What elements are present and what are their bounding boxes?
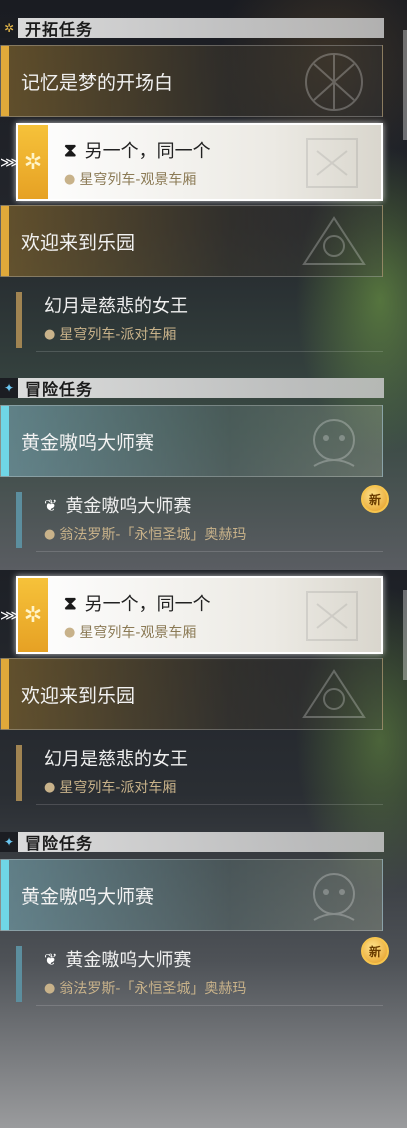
- sub-mission-gold-2[interactable]: ❦ 黄金嗷呜大师赛 ● 翁法罗斯-「永恒圣城」奥赫玛: [16, 936, 383, 1008]
- sub-mission-illusion-location: 星穹列车-派对车厢: [59, 327, 177, 343]
- quest-welcome-label: 欢迎来到乐园: [21, 684, 136, 707]
- location-pin-icon: ●: [64, 171, 76, 187]
- emblem-watermark-icon: [306, 138, 358, 188]
- adventure-section-header-2: ✦ 冒险任务: [0, 832, 384, 853]
- welcome-emblem-watermark-icon: [302, 216, 366, 265]
- sub-mission-bar: [16, 745, 22, 801]
- quest-gold-header-2[interactable]: 黄金嗷呜大师赛: [0, 859, 383, 931]
- sub-mission-bar: [16, 946, 22, 1002]
- new-badge: 新: [361, 485, 389, 513]
- location-pin-icon: ●: [44, 980, 56, 996]
- welcome-emblem-watermark-icon: [302, 669, 366, 718]
- quest-welcome-header[interactable]: 欢迎来到乐园: [0, 205, 383, 277]
- trailblaze-section-header: ✲ 开拓任务: [0, 18, 384, 39]
- selected-mission-card-2[interactable]: ✲ ⧗ 另一个，同一个 ● 星穹列车-观景车厢: [16, 576, 383, 654]
- adventure-icon: ✦: [0, 378, 18, 398]
- trailblaze-icon: ✲: [0, 18, 18, 38]
- selected-mission-location-row: ● 星穹列车-观景车厢: [64, 622, 196, 642]
- sub-mission-gold-location: 翁法罗斯-「永恒圣城」奥赫玛: [59, 981, 247, 997]
- quest-gold-label: 黄金嗷呜大师赛: [21, 885, 155, 908]
- quest-accent-bar: [1, 406, 9, 476]
- selected-mission-location: 星穹列车-观景车厢: [79, 625, 197, 641]
- adventure-section-title: 冒险任务: [25, 380, 94, 399]
- sub-mission-gold[interactable]: ❦ 黄金嗷呜大师赛 ● 翁法罗斯-「永恒圣城」奥赫玛: [16, 482, 383, 554]
- trailblaze-emblem-icon: ✲: [18, 125, 48, 199]
- hourglass-icon: ⧗: [64, 592, 77, 614]
- sub-mission-illusion-2[interactable]: 幻月是慈悲的女王 ● 星穹列车-派对车厢: [16, 735, 383, 807]
- scrollbar-bottom[interactable]: [403, 590, 407, 680]
- selected-mission-name: 另一个，同一个: [84, 141, 211, 162]
- selected-mission-name: 另一个，同一个: [84, 594, 211, 615]
- sub-mission-gold-name: 黄金嗷呜大师赛: [65, 496, 192, 517]
- trailblaze-emblem-icon: ✲: [18, 578, 48, 652]
- paw-icon: ❦: [44, 495, 58, 515]
- selected-mission-title: ⧗ 另一个，同一个: [64, 137, 211, 163]
- sub-mission-illusion-name: 幻月是慈悲的女王: [44, 296, 188, 317]
- divider: [36, 804, 383, 805]
- location-pin-icon: ●: [44, 526, 56, 542]
- sub-mission-gold-location-row: ● 翁法罗斯-「永恒圣城」奥赫玛: [44, 978, 383, 998]
- divider: [36, 1005, 383, 1006]
- selected-mission-location: 星穹列车-观景车厢: [79, 172, 197, 188]
- quest-accent-bar: [1, 659, 9, 729]
- paw-icon: ❦: [44, 949, 58, 969]
- quest-memory-label: 记忆是梦的开场白: [21, 71, 174, 94]
- sub-mission-gold-title: ❦ 黄金嗷呜大师赛: [44, 946, 383, 972]
- sub-mission-gold-name: 黄金嗷呜大师赛: [65, 950, 192, 971]
- location-pin-icon: ●: [64, 624, 76, 640]
- sub-mission-illusion-location-row: ● 星穹列车-派对车厢: [44, 324, 383, 344]
- sub-mission-illusion-location: 星穹列车-派对车厢: [59, 780, 177, 796]
- sub-mission-bar: [16, 492, 22, 548]
- quest-gold-header[interactable]: 黄金嗷呜大师赛: [0, 405, 383, 477]
- hourglass-icon: ⧗: [64, 139, 77, 161]
- selection-arrow-icon: ⋙: [0, 608, 20, 624]
- selection-arrow-icon: ⋙: [0, 155, 20, 171]
- trailblaze-emblem-watermark-icon: [305, 53, 363, 111]
- quest-accent-bar: [1, 206, 9, 276]
- selected-mission-title: ⧗ 另一个，同一个: [64, 590, 211, 616]
- divider: [36, 351, 383, 352]
- sub-mission-gold-location-row: ● 翁法罗斯-「永恒圣城」奥赫玛: [44, 524, 383, 544]
- selected-mission-location-row: ● 星穹列车-观景车厢: [64, 169, 196, 189]
- quest-welcome-label: 欢迎来到乐园: [21, 231, 136, 254]
- scrollbar-top[interactable]: [403, 30, 407, 140]
- sub-mission-illusion-name: 幻月是慈悲的女王: [44, 749, 188, 770]
- creature-watermark-icon: [313, 419, 355, 467]
- sub-mission-gold-title: ❦ 黄金嗷呜大师赛: [44, 492, 383, 518]
- sub-mission-illusion-location-row: ● 星穹列车-派对车厢: [44, 777, 383, 797]
- location-pin-icon: ●: [44, 779, 56, 795]
- creature-watermark-icon: [313, 873, 355, 921]
- new-badge: 新: [361, 937, 389, 965]
- location-pin-icon: ●: [44, 326, 56, 342]
- adventure-section-title: 冒险任务: [25, 834, 94, 853]
- sub-mission-bar: [16, 292, 22, 348]
- sub-mission-illusion[interactable]: 幻月是慈悲的女王 ● 星穹列车-派对车厢: [16, 282, 383, 354]
- adventure-section-header: ✦ 冒险任务: [0, 378, 384, 399]
- quest-memory-header[interactable]: 记忆是梦的开场白: [0, 45, 383, 117]
- quest-welcome-header-2[interactable]: 欢迎来到乐园: [0, 658, 383, 730]
- quest-gold-label: 黄金嗷呜大师赛: [21, 431, 155, 454]
- trailblaze-section-title: 开拓任务: [25, 20, 94, 39]
- selected-mission-card[interactable]: ✲ ⧗ 另一个，同一个 ● 星穹列车-观景车厢: [16, 123, 383, 201]
- divider: [36, 551, 383, 552]
- adventure-icon: ✦: [0, 832, 18, 852]
- quest-accent-bar: [1, 46, 9, 116]
- quest-accent-bar: [1, 860, 9, 930]
- sub-mission-gold-location: 翁法罗斯-「永恒圣城」奥赫玛: [59, 527, 247, 543]
- emblem-watermark-icon: [306, 591, 358, 641]
